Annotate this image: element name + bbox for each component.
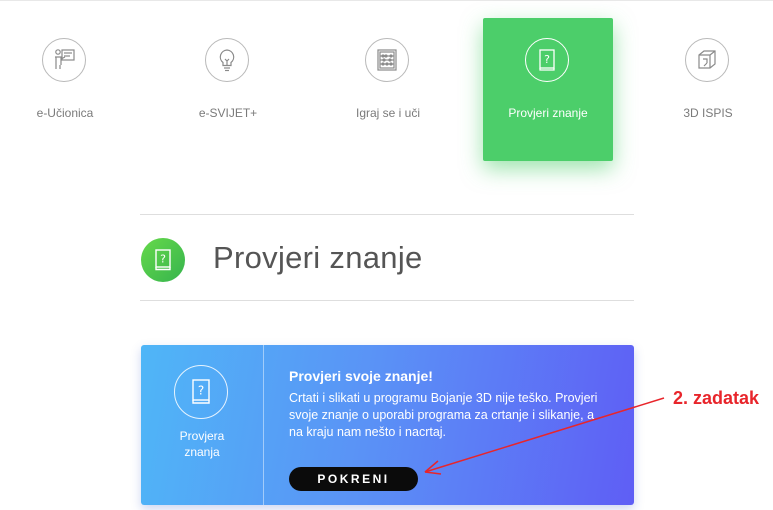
- annotation-label: 2. zadatak: [673, 388, 760, 408]
- annotation-arrow: [424, 397, 665, 475]
